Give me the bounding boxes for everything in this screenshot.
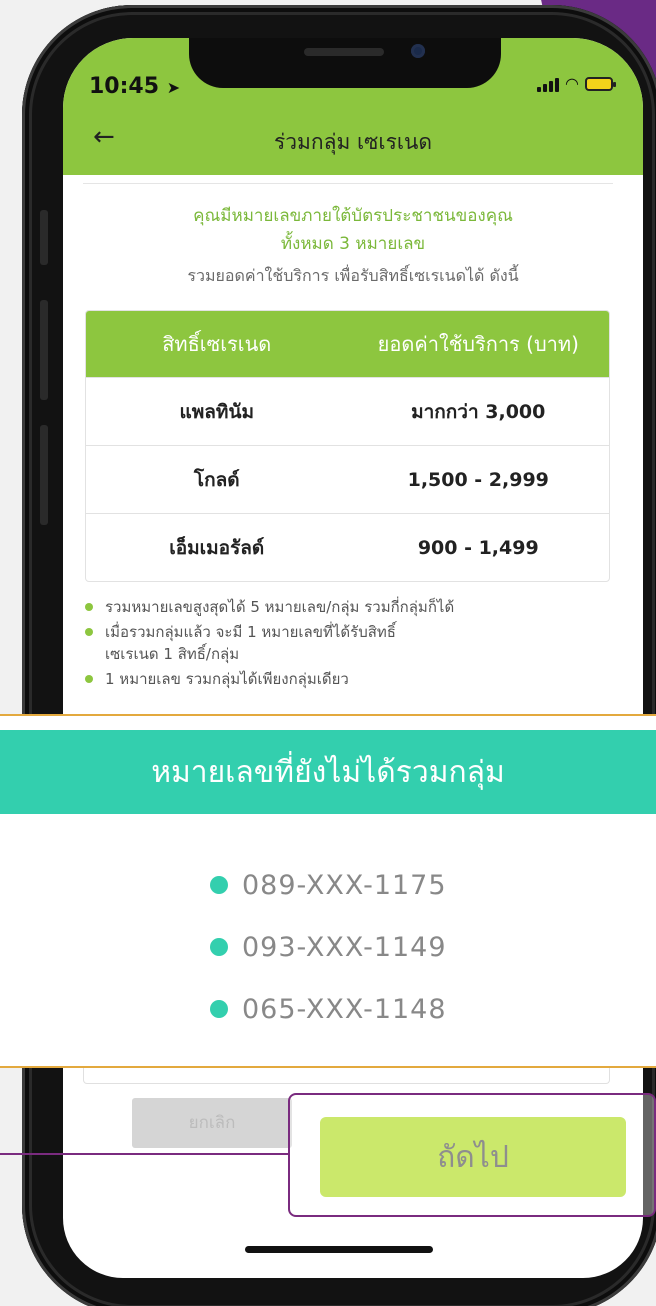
status-time-text: 10:45 — [89, 74, 160, 99]
battery-icon — [585, 77, 616, 91]
rule-text: เซเรเนด 1 สิทธิ์/กลุ่ม — [105, 645, 240, 663]
table-row: แพลทินัม มากกว่า 3,000 — [86, 377, 609, 445]
speaker-grille — [304, 48, 384, 56]
location-arrow-icon: ➤ — [166, 78, 181, 97]
mute-switch — [40, 210, 48, 265]
callout-connector-line — [0, 1153, 290, 1155]
tier-header-amount: ยอดค่าใช้บริการ (บาท) — [377, 332, 579, 356]
bullet-icon — [210, 876, 228, 894]
page-title: ร่วมกลุ่ม เซเรเนด — [273, 130, 433, 154]
status-time: 10:45 ➤ — [89, 74, 180, 99]
phone-notch — [189, 38, 501, 88]
list-item: 1 หมายเลข รวมกลุ่มได้เพียงกลุ่มเดียว — [81, 668, 621, 690]
rules-list: รวมหมายเลขสูงสุดได้ 5 หมายเลข/กลุ่ม รวมก… — [81, 596, 621, 693]
wifi-icon: ◠ — [565, 74, 579, 93]
phone-number: 065-XXX-1148 — [242, 993, 447, 1025]
camera-icon — [411, 44, 425, 58]
list-item: 093-XXX-1149 — [210, 916, 447, 978]
table-row: โกลด์ 1,500 - 2,999 — [86, 445, 609, 513]
phone-number: 089-XXX-1175 — [242, 869, 447, 901]
rule-text: 1 หมายเลข รวมกลุ่มได้เพียงกลุ่มเดียว — [105, 670, 349, 688]
tier-name: โกลด์ — [193, 468, 240, 491]
next-button[interactable]: ถัดไป — [320, 1117, 626, 1197]
phone-screen: 10:45 ➤ ◠ ← ร่วมกลุ่ม เซเรเนด คุณมีหมายเ… — [63, 38, 643, 1278]
phone-number: 093-XXX-1149 — [242, 931, 447, 963]
bullet-icon — [210, 1000, 228, 1018]
bullet-icon — [210, 938, 228, 956]
rule-text: รวมหมายเลขสูงสุดได้ 5 หมายเลข/กลุ่ม รวมก… — [105, 598, 455, 616]
bullet-icon — [85, 675, 93, 683]
volume-up-button — [40, 300, 48, 400]
intro-text-line1: คุณมีหมายเลขภายใต้บัตรประชาชนของคุณ — [193, 206, 513, 226]
tier-table-header: สิทธิ์เซเรเนด ยอดค่าใช้บริการ (บาท) — [86, 311, 609, 377]
status-indicators: ◠ — [537, 74, 616, 93]
list-item: รวมหมายเลขสูงสุดได้ 5 หมายเลข/กลุ่ม รวมก… — [81, 596, 621, 618]
tier-name: แพลทินัม — [179, 400, 254, 423]
tier-amount: มากกว่า 3,000 — [411, 400, 546, 423]
tier-amount: 1,500 - 2,999 — [407, 468, 549, 491]
bullet-icon — [85, 628, 93, 636]
ungrouped-number-list: 089-XXX-1175 093-XXX-1149 065-XXX-1148 — [210, 854, 447, 1040]
list-item: 065-XXX-1148 — [210, 978, 447, 1040]
list-item: 089-XXX-1175 — [210, 854, 447, 916]
tier-name: เอ็มเมอรัลด์ — [169, 536, 265, 559]
home-indicator[interactable] — [245, 1246, 433, 1253]
callout-title: หมายเลขที่ยังไม่ได้รวมกลุ่ม — [0, 730, 656, 814]
tier-amount: 900 - 1,499 — [417, 536, 539, 559]
tier-table: สิทธิ์เซเรเนด ยอดค่าใช้บริการ (บาท) แพลท… — [85, 310, 610, 582]
volume-down-button — [40, 425, 48, 525]
rule-text: เมื่อรวมกลุ่มแล้ว จะมี 1 หมายเลขที่ได้รั… — [105, 623, 396, 641]
intro-text-line2: ทั้งหมด 3 หมายเลข — [280, 234, 426, 254]
table-row: เอ็มเมอรัลด์ 900 - 1,499 — [86, 513, 609, 581]
bullet-icon — [85, 603, 93, 611]
callout-panel: หมายเลขที่ยังไม่ได้รวมกลุ่ม 089-XXX-1175… — [0, 714, 656, 1068]
stage: 10:45 ➤ ◠ ← ร่วมกลุ่ม เซเรเนด คุณมีหมายเ… — [0, 0, 656, 1306]
tier-header-privilege: สิทธิ์เซเรเนด — [162, 332, 272, 356]
list-item: เมื่อรวมกลุ่มแล้ว จะมี 1 หมายเลขที่ได้รั… — [81, 621, 621, 665]
cancel-button[interactable]: ยกเลิก — [132, 1098, 292, 1148]
signal-icon — [537, 76, 560, 92]
divider — [83, 183, 613, 184]
intro-text-line3: รวมยอดค่าใช้บริการ เพื่อรับสิทธิ์เซเรเนด… — [187, 266, 519, 285]
